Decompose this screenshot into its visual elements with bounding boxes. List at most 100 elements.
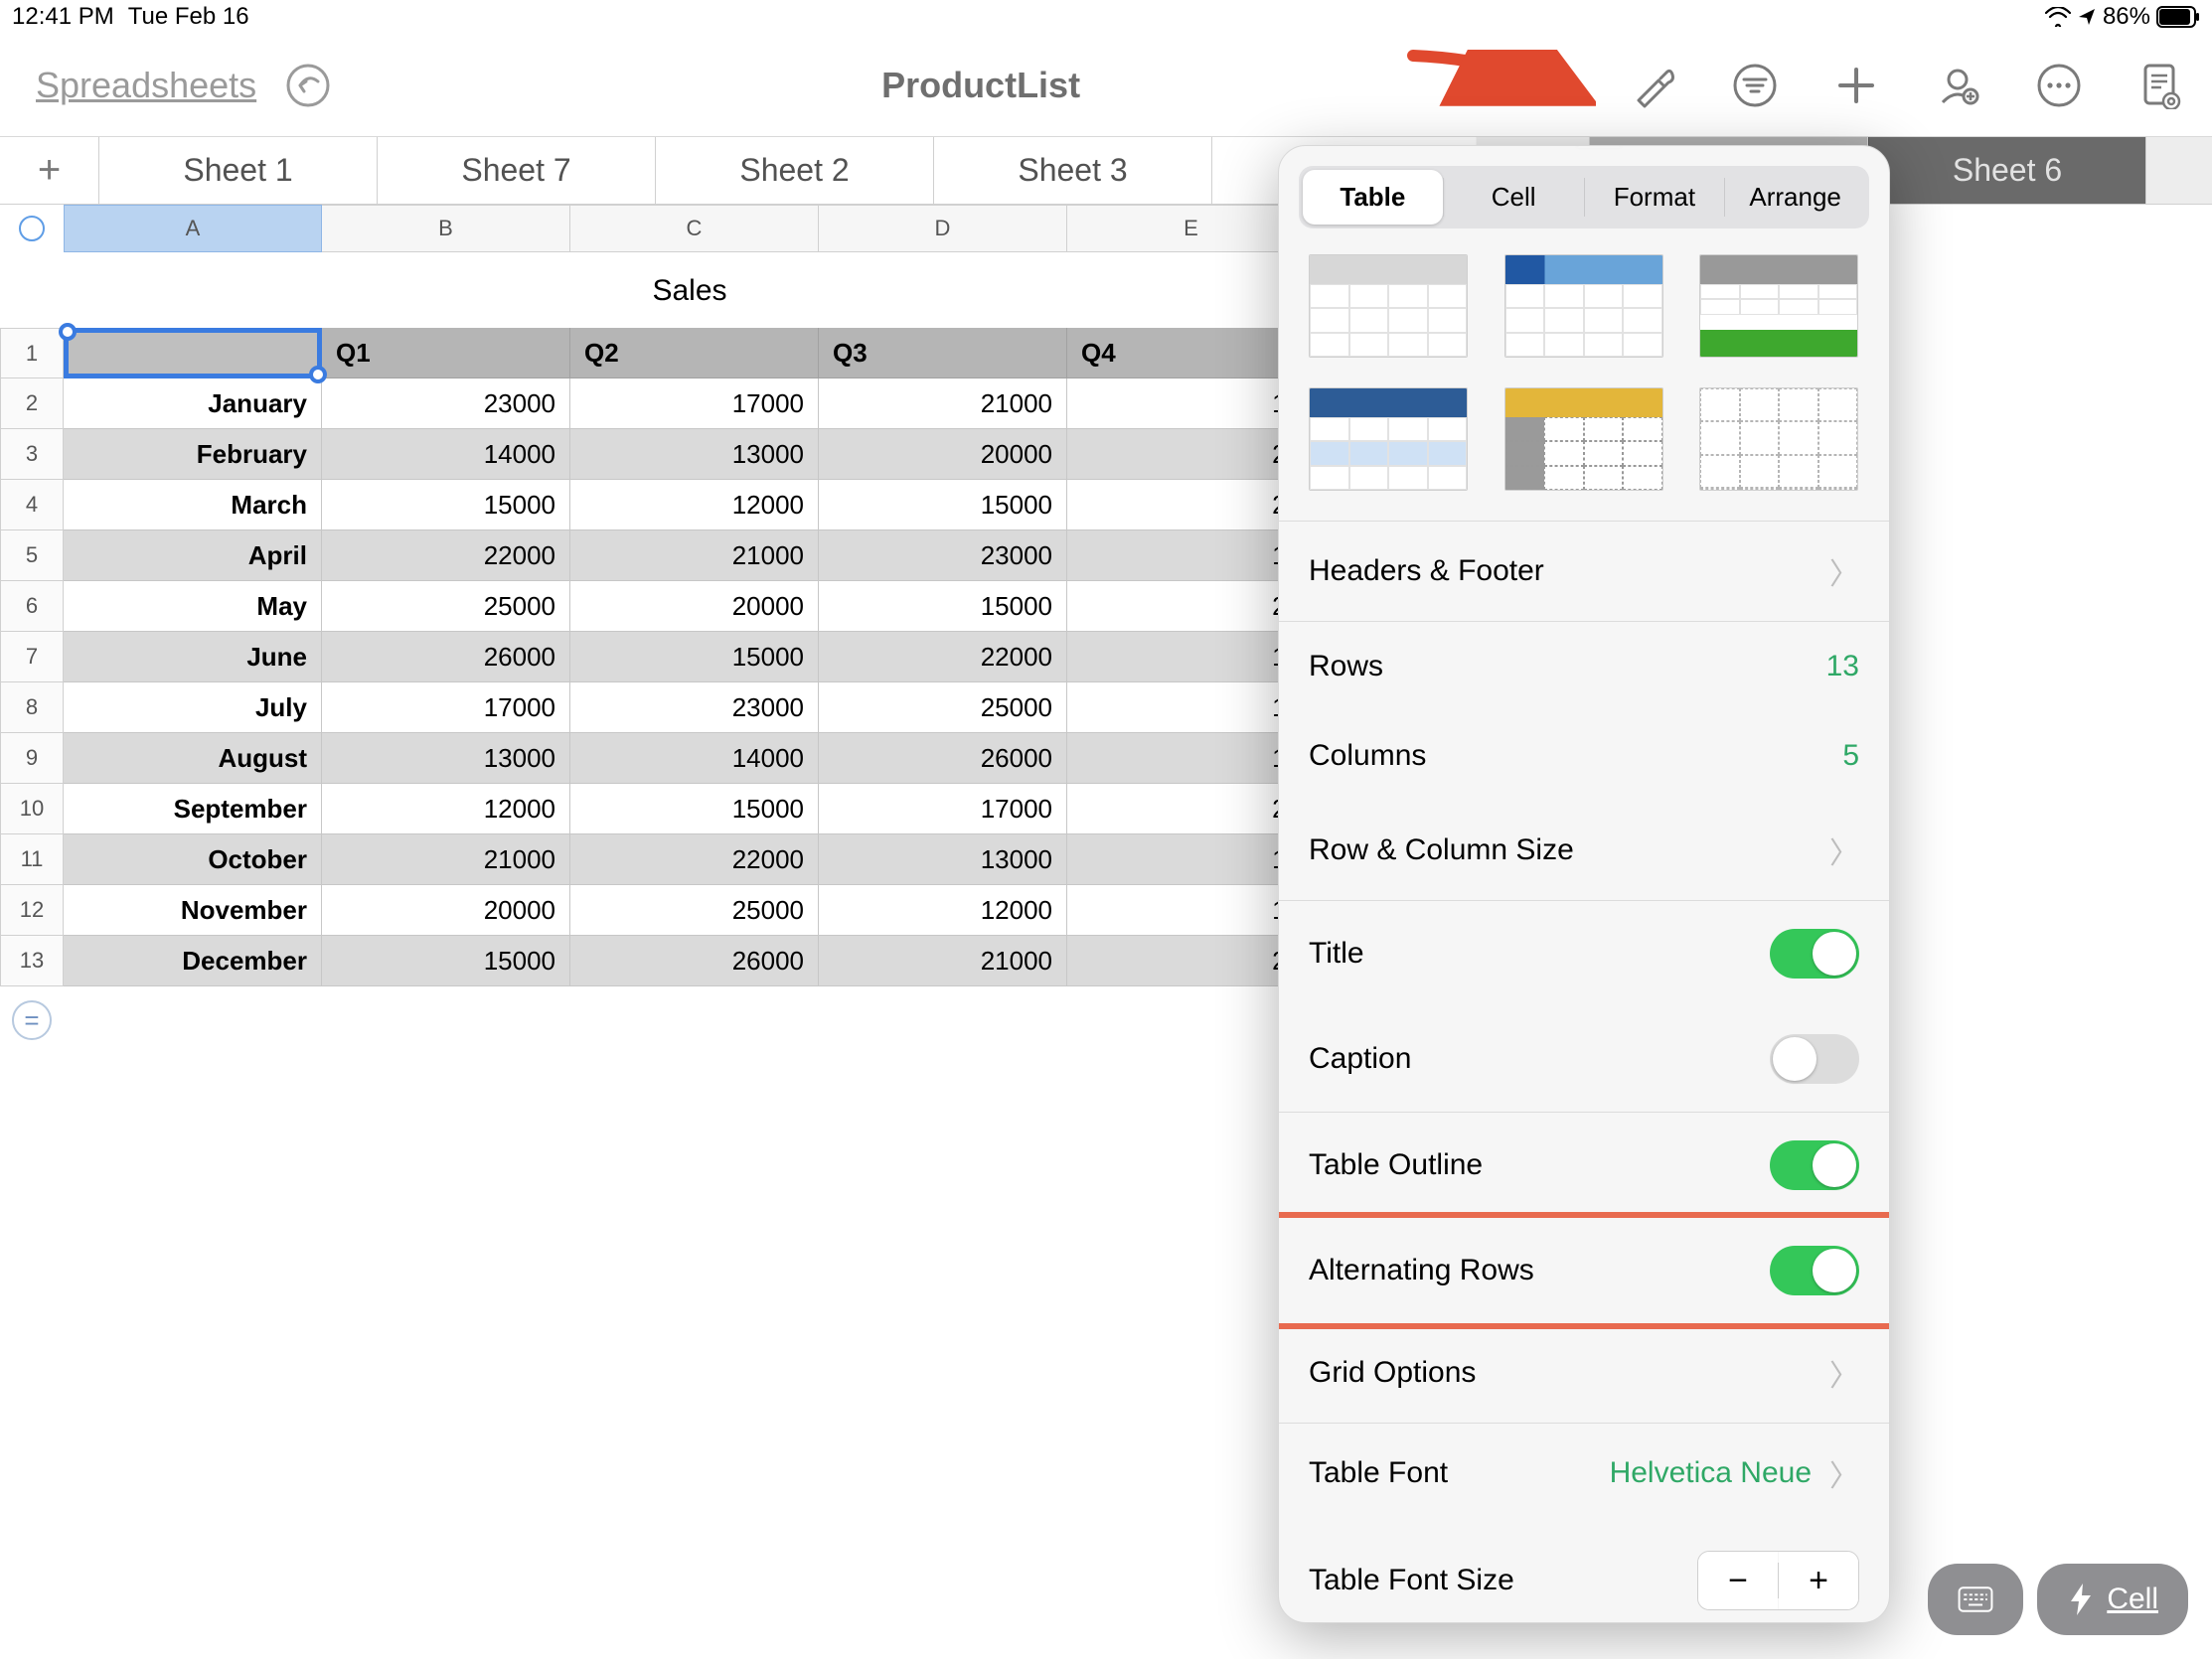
cell[interactable]: 13000 xyxy=(322,733,570,784)
title-toggle[interactable] xyxy=(1770,929,1859,979)
cell[interactable]: 26000 xyxy=(570,936,819,986)
cell[interactable]: September xyxy=(64,784,322,834)
grid-options-row[interactable]: Grid Options 〉 xyxy=(1279,1323,1889,1423)
caption-toggle[interactable] xyxy=(1770,1034,1859,1084)
add-sheet-button[interactable]: + xyxy=(0,137,99,204)
sheet-tab-3[interactable]: Sheet 2 xyxy=(656,137,934,204)
row-header[interactable]: 4 xyxy=(0,480,64,530)
columns-count-row[interactable]: Columns 5 xyxy=(1279,711,1889,801)
row-header[interactable]: 13 xyxy=(0,936,64,986)
table-outline-toggle[interactable] xyxy=(1770,1140,1859,1190)
cell[interactable]: 15000 xyxy=(322,936,570,986)
cell[interactable]: 25000 xyxy=(322,581,570,632)
cell[interactable]: 13000 xyxy=(570,429,819,480)
table-style-thumb[interactable] xyxy=(1504,254,1663,358)
cell[interactable]: 21000 xyxy=(322,834,570,885)
sheet-tab-1[interactable]: Sheet 1 xyxy=(99,137,378,204)
more-icon[interactable] xyxy=(2035,62,2083,109)
cell[interactable]: March xyxy=(64,480,322,530)
cell[interactable]: 20000 xyxy=(322,885,570,936)
table-style-thumb[interactable] xyxy=(1309,254,1468,358)
cell[interactable]: 25000 xyxy=(819,682,1067,733)
cell[interactable]: October xyxy=(64,834,322,885)
cell[interactable]: 20000 xyxy=(570,581,819,632)
cell[interactable]: 26000 xyxy=(322,632,570,682)
cell[interactable]: 23000 xyxy=(322,378,570,429)
row-header[interactable]: 6 xyxy=(0,581,64,632)
tab-format[interactable]: Format xyxy=(1585,170,1725,225)
back-link[interactable]: Spreadsheets xyxy=(36,65,256,106)
alternating-rows-toggle[interactable] xyxy=(1770,1246,1859,1295)
column-header-c[interactable]: C xyxy=(570,205,819,252)
collaborate-icon[interactable] xyxy=(1934,62,1981,109)
column-header-d[interactable]: D xyxy=(819,205,1067,252)
row-header[interactable]: 5 xyxy=(0,530,64,581)
formula-button[interactable]: = xyxy=(12,1000,52,1040)
filter-icon[interactable] xyxy=(1731,62,1779,109)
sheet-tab-7[interactable]: Sheet 6 xyxy=(1868,137,2146,204)
table-style-thumb[interactable] xyxy=(1309,387,1468,491)
tab-cell[interactable]: Cell xyxy=(1444,170,1584,225)
column-header-a[interactable]: A xyxy=(64,205,322,252)
table-style-thumb[interactable] xyxy=(1504,387,1663,491)
cell[interactable]: February xyxy=(64,429,322,480)
cell[interactable]: 17000 xyxy=(570,378,819,429)
selection-handle-tl-icon[interactable] xyxy=(59,323,77,341)
sheet-tab-4[interactable]: Sheet 3 xyxy=(934,137,1212,204)
table-title[interactable]: Sales xyxy=(64,252,1316,328)
row-header[interactable]: 9 xyxy=(0,733,64,784)
cell[interactable]: 15000 xyxy=(570,632,819,682)
row-header[interactable]: 11 xyxy=(0,834,64,885)
row-header[interactable]: 8 xyxy=(0,682,64,733)
cell[interactable]: 22000 xyxy=(819,632,1067,682)
cell[interactable]: 23000 xyxy=(819,530,1067,581)
cell[interactable]: 14000 xyxy=(570,733,819,784)
cell[interactable]: 13000 xyxy=(819,834,1067,885)
document-view-icon[interactable] xyxy=(2136,62,2184,109)
table-style-thumb[interactable] xyxy=(1699,254,1858,358)
cell[interactable]: August xyxy=(64,733,322,784)
cell[interactable]: 23000 xyxy=(570,682,819,733)
tab-table[interactable]: Table xyxy=(1303,170,1443,225)
tab-arrange[interactable]: Arrange xyxy=(1725,170,1865,225)
cell[interactable]: April xyxy=(64,530,322,581)
cell[interactable]: Q2 xyxy=(570,328,819,378)
cell[interactable]: May xyxy=(64,581,322,632)
row-header[interactable]: 10 xyxy=(0,784,64,834)
sheet-tab-2[interactable]: Sheet 7 xyxy=(378,137,656,204)
selected-cell[interactable] xyxy=(64,328,322,378)
row-header[interactable]: 2 xyxy=(0,378,64,429)
selection-handle-br-icon[interactable] xyxy=(309,366,327,383)
cell[interactable]: 15000 xyxy=(819,480,1067,530)
cell[interactable]: 15000 xyxy=(819,581,1067,632)
column-header-b[interactable]: B xyxy=(322,205,570,252)
cell[interactable]: December xyxy=(64,936,322,986)
format-brush-icon[interactable] xyxy=(1630,62,1677,109)
cell[interactable]: 17000 xyxy=(322,682,570,733)
cell[interactable]: 20000 xyxy=(819,429,1067,480)
keyboard-pill[interactable] xyxy=(1928,1564,2023,1635)
font-size-decrease-button[interactable]: − xyxy=(1698,1552,1778,1609)
table-style-thumb[interactable] xyxy=(1699,387,1858,491)
row-header[interactable]: 1 xyxy=(0,328,64,378)
row-header[interactable]: 7 xyxy=(0,632,64,682)
add-icon[interactable] xyxy=(1832,62,1880,109)
cell[interactable]: 14000 xyxy=(322,429,570,480)
cell[interactable]: 15000 xyxy=(570,784,819,834)
cell[interactable]: 21000 xyxy=(819,936,1067,986)
cell[interactable]: July xyxy=(64,682,322,733)
row-header[interactable]: 3 xyxy=(0,429,64,480)
cell[interactable]: 12000 xyxy=(322,784,570,834)
cell[interactable]: 25000 xyxy=(570,885,819,936)
cell[interactable]: January xyxy=(64,378,322,429)
undo-button[interactable] xyxy=(284,62,332,109)
row-header[interactable]: 12 xyxy=(0,885,64,936)
cell[interactable]: 17000 xyxy=(819,784,1067,834)
cell[interactable]: 22000 xyxy=(322,530,570,581)
cell[interactable]: 26000 xyxy=(819,733,1067,784)
cell[interactable]: 12000 xyxy=(570,480,819,530)
cell[interactable]: 22000 xyxy=(570,834,819,885)
cell[interactable]: Q3 xyxy=(819,328,1067,378)
cell[interactable]: November xyxy=(64,885,322,936)
headers-footer-row[interactable]: Headers & Footer 〉 xyxy=(1279,522,1889,621)
